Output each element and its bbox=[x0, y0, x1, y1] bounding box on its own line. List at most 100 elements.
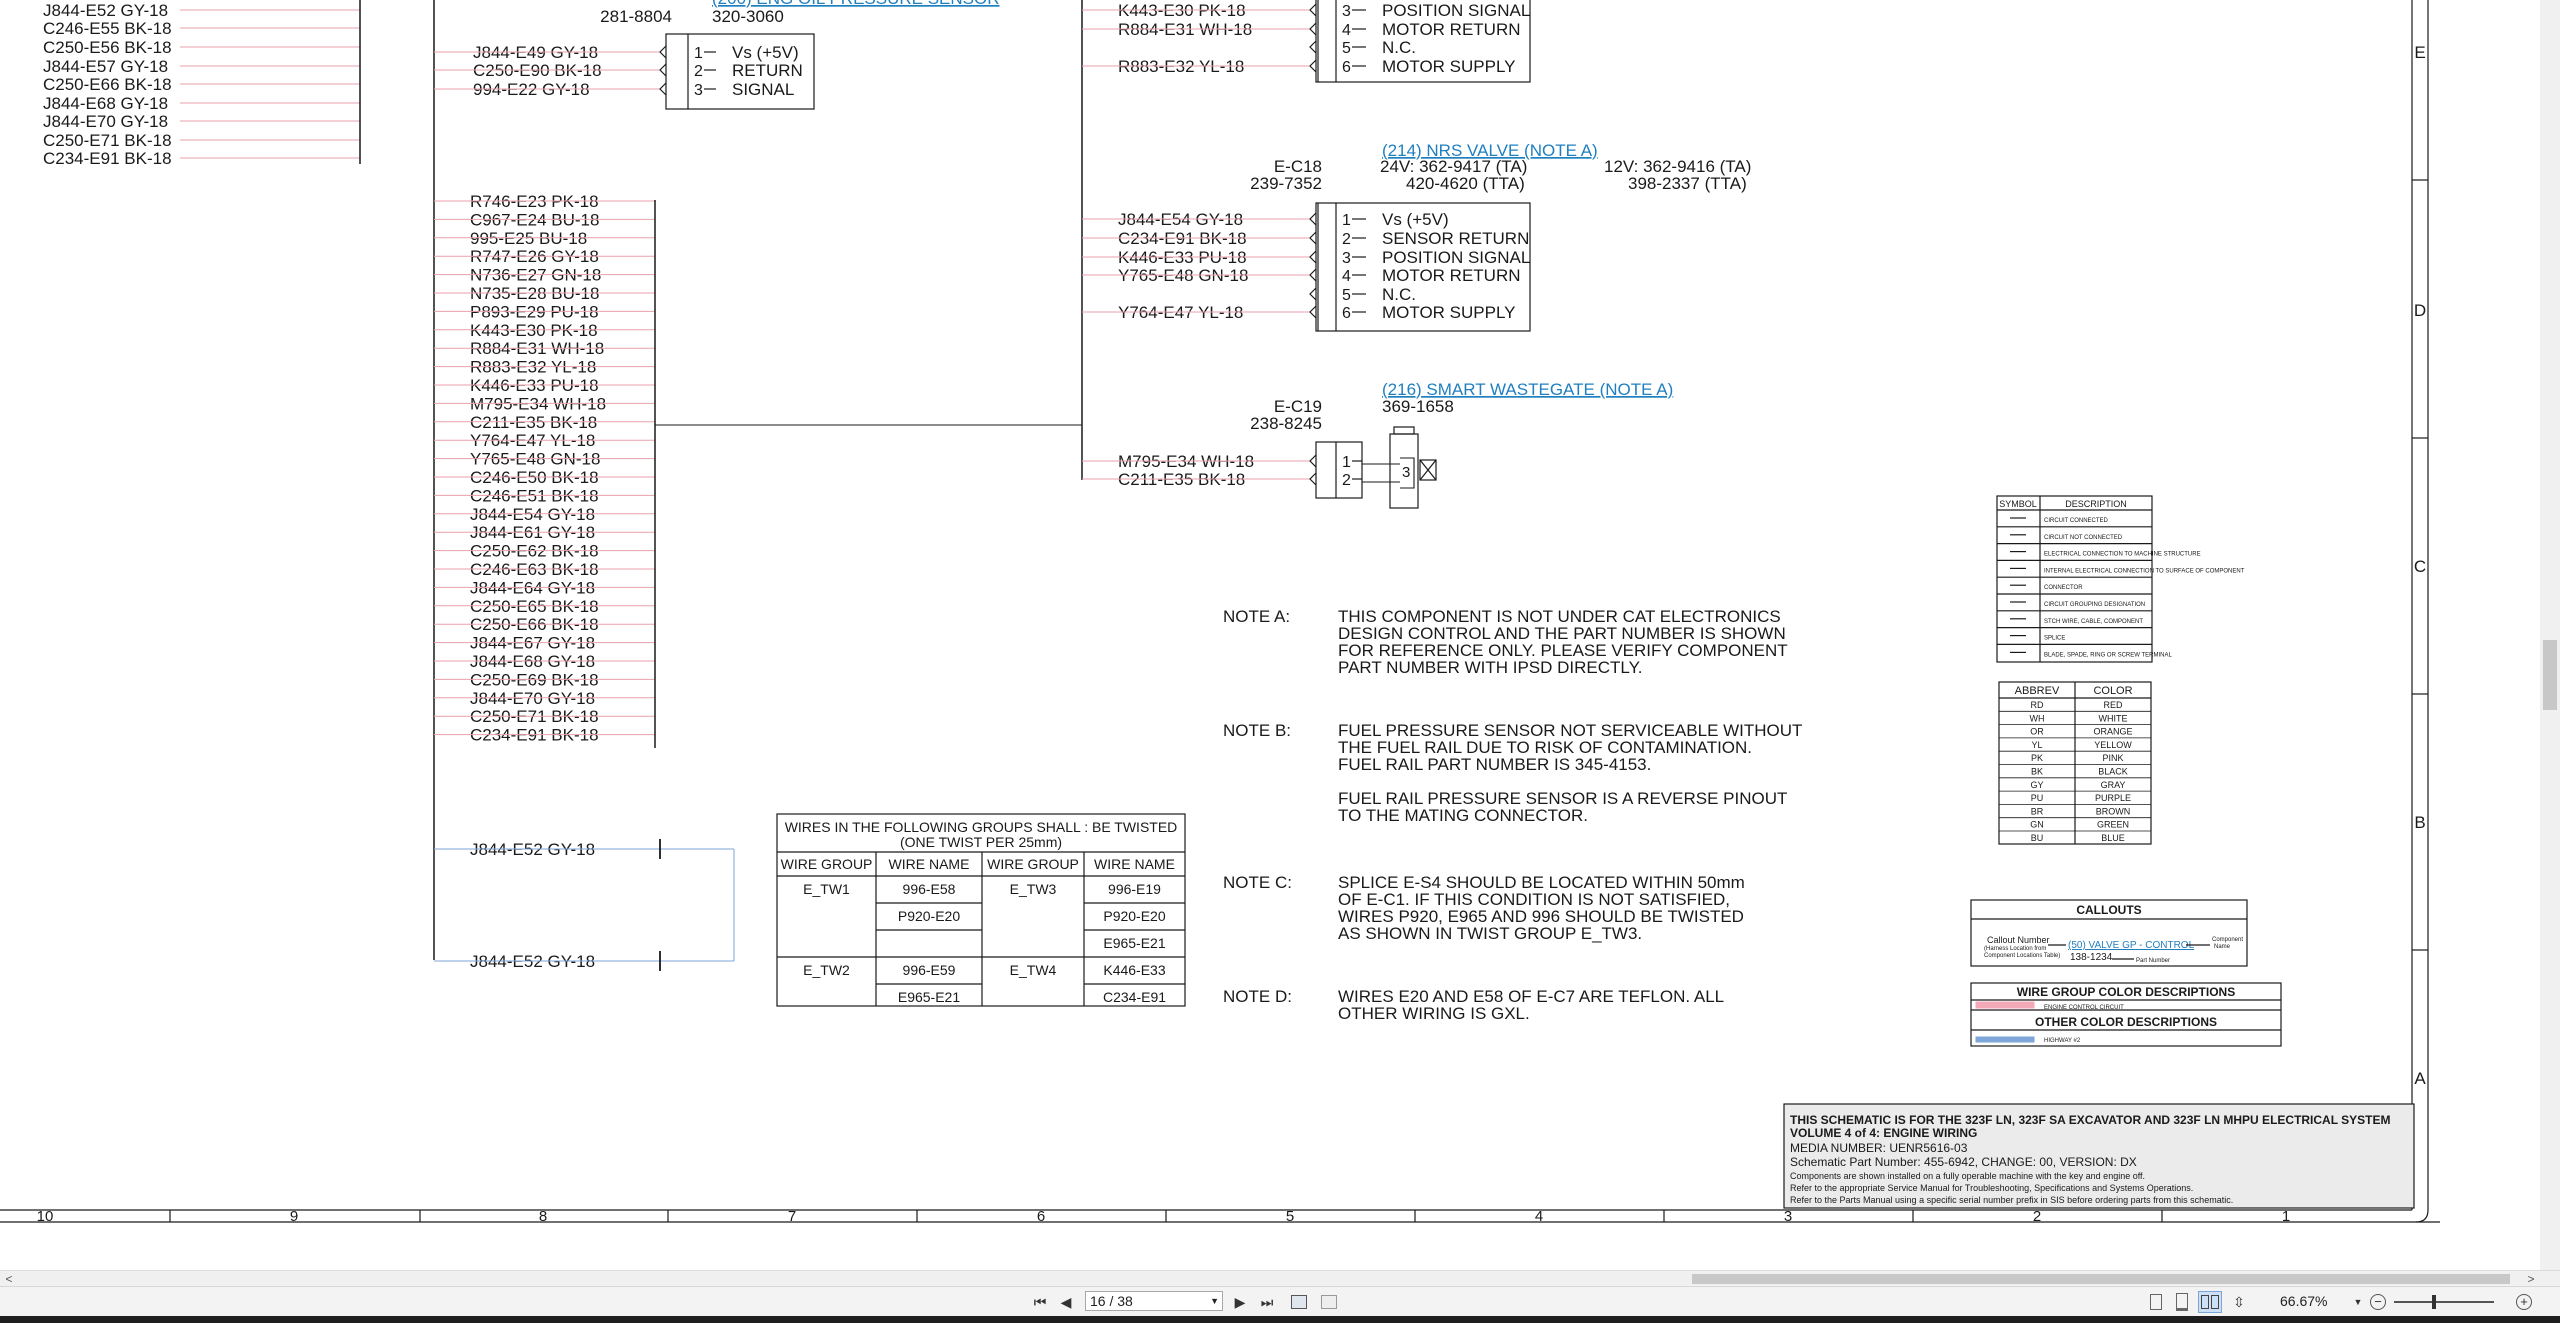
frame-corner bbox=[2415, 1209, 2429, 1223]
top-valve-pin-chevron bbox=[1309, 3, 1317, 17]
twist-table-cell: E965-E21 bbox=[1103, 935, 1165, 951]
previous-view-icon bbox=[1291, 1295, 1307, 1309]
two-page-view-button[interactable] bbox=[2198, 1291, 2222, 1313]
scroll-right-button[interactable]: > bbox=[2522, 1271, 2540, 1287]
color-table-color: BROWN bbox=[2096, 806, 2131, 816]
symbol-table-description: CIRCUIT GROUPING DESIGNATION bbox=[2044, 602, 2145, 608]
next-page-icon: ▶ bbox=[1234, 1293, 1246, 1310]
zoom-in-button[interactable]: + bbox=[2514, 1291, 2534, 1313]
zoom-dropdown-button[interactable]: ▼ bbox=[2352, 1291, 2364, 1313]
color-table-color: GREEN bbox=[2097, 820, 2129, 830]
symbol-table-description: SPLICE bbox=[2044, 636, 2065, 642]
title-block-line1: THIS SCHEMATIC IS FOR THE 323F LN, 323F … bbox=[1790, 1113, 2391, 1127]
schematic-drawing: EDCBA10 9 8 7 6 5 4 3 2 1J844-E52 GY-18C246-E55 B… bbox=[0, 0, 2440, 1225]
left-wire-label: C234-E91 BK-18 bbox=[43, 149, 172, 168]
wire-colors-engine-swatch bbox=[1975, 1001, 2035, 1009]
twist-table-cell: 996-E19 bbox=[1108, 881, 1161, 897]
twist-table-cell: K446-E33 bbox=[1103, 962, 1165, 978]
top-valve-pin-chevron bbox=[1309, 59, 1317, 73]
previous-page-button[interactable]: ◀ bbox=[1056, 1291, 1076, 1313]
twist-table-header: WIRE NAME bbox=[1094, 856, 1175, 872]
twist-table-header: WIRE GROUP bbox=[781, 856, 873, 872]
wastegate-solenoid-pin: 3 bbox=[1402, 464, 1410, 481]
top-valve-pin-label: MOTOR RETURN bbox=[1382, 20, 1521, 39]
twist-table-subtitle: (ONE TWIST PER 25mm) bbox=[900, 834, 1062, 850]
first-page-button[interactable]: ⏮ bbox=[1030, 1291, 1050, 1313]
title-block-line7: Refer to the Parts Manual using a specif… bbox=[1790, 1195, 2233, 1205]
grid-col-label: 2 bbox=[2033, 1208, 2041, 1225]
continuous-view-button[interactable] bbox=[2172, 1291, 2192, 1313]
title-block-line3: MEDIA NUMBER: UENR5616-03 bbox=[1790, 1141, 1968, 1155]
previous-view-button[interactable] bbox=[1288, 1291, 1310, 1313]
grid-row-label: E bbox=[2414, 43, 2425, 62]
zoom-out-icon: − bbox=[2370, 1294, 2386, 1310]
callouts-example-pn: 138-1234 bbox=[2070, 952, 2113, 963]
horizontal-scrollbar[interactable]: < > bbox=[0, 1270, 2560, 1287]
two-page-icon-right bbox=[2211, 1295, 2219, 1309]
color-table-header: COLOR bbox=[2093, 685, 2132, 697]
left-wire-label: J844-E52 GY-18 bbox=[43, 1, 168, 20]
note-text: PART NUMBER WITH IPSD DIRECTLY. bbox=[1338, 658, 1642, 677]
two-page-icon bbox=[2201, 1295, 2209, 1309]
top-valve-pin: 2 bbox=[1342, 0, 1351, 2]
callouts-example-link[interactable]: (50) VALVE GP - CONTROL bbox=[2068, 940, 2195, 951]
horizontal-scroll-thumb[interactable] bbox=[1692, 1274, 2510, 1284]
twist-table-header: WIRE NAME bbox=[889, 856, 970, 872]
scroll-up-button[interactable] bbox=[2543, 0, 2557, 14]
color-table-abbrev: RD bbox=[2031, 700, 2044, 710]
last-page-button[interactable]: ⏭ bbox=[1256, 1291, 1278, 1313]
scroll-left-button[interactable]: < bbox=[0, 1271, 18, 1287]
oil-sensor-pin-chevron bbox=[659, 82, 667, 96]
zoom-in-icon: + bbox=[2516, 1294, 2532, 1310]
scroll-view-button[interactable]: ⇳ bbox=[2228, 1291, 2250, 1313]
top-valve-pin: 4 bbox=[1342, 22, 1351, 39]
color-table-color: GRAY bbox=[2101, 780, 2126, 790]
symbol-table-header: DESCRIPTION bbox=[2065, 499, 2127, 509]
nrs-valve-pin-chevron bbox=[1309, 212, 1317, 226]
callouts-component-label: Component bbox=[2212, 937, 2243, 943]
zoom-out-button[interactable]: − bbox=[2368, 1291, 2388, 1313]
next-view-icon bbox=[1321, 1295, 1337, 1309]
zoom-slider-thumb[interactable] bbox=[2432, 1295, 2436, 1309]
previous-page-icon: ◀ bbox=[1060, 1293, 1072, 1310]
color-table-color: BLACK bbox=[2098, 767, 2128, 777]
title-block-line6: Refer to the appropriate Service Manual … bbox=[1790, 1183, 2193, 1193]
vertical-scrollbar[interactable] bbox=[2540, 0, 2560, 1270]
grid-col-label: 4 bbox=[1535, 1208, 1543, 1225]
nrs-valve-pin: 2 bbox=[1342, 231, 1351, 248]
left-wire-label: J844-E57 GY-18 bbox=[43, 57, 168, 76]
navigation-toolbar: ⏮ ◀ 16 / 38 ▼ ▶ ⏭ ⇳ 66.67% ▼ − + bbox=[0, 1286, 2560, 1317]
grid-col-label: 1 bbox=[2282, 1208, 2290, 1225]
nrs-valve-pin-label: MOTOR SUPPLY bbox=[1382, 303, 1516, 322]
oil-sensor-part-number: 320-3060 bbox=[712, 7, 784, 26]
wire-colors-other-label: HIGHWAY #2 bbox=[2044, 1038, 2081, 1044]
oil-sensor-pin-chevron bbox=[659, 45, 667, 59]
single-page-view-button[interactable] bbox=[2146, 1291, 2166, 1313]
twist-table-cell: E_TW1 bbox=[803, 881, 850, 897]
twist-table-cell: E_TW3 bbox=[1010, 881, 1057, 897]
left-wire-label: J844-E70 GY-18 bbox=[43, 112, 168, 131]
top-valve-pin-chevron bbox=[1309, 40, 1317, 54]
grid-row-label: C bbox=[2414, 557, 2426, 576]
next-view-button[interactable] bbox=[1318, 1291, 1340, 1313]
zoom-slider[interactable] bbox=[2394, 1295, 2494, 1309]
twist-table-cell: C234-E91 bbox=[1103, 989, 1166, 1005]
title-block-line4: Schematic Part Number: 455-6942, CHANGE:… bbox=[1790, 1155, 2137, 1169]
page-number-field[interactable]: 16 / 38 ▼ bbox=[1085, 1291, 1223, 1311]
twist-table-cell: 996-E59 bbox=[903, 962, 956, 978]
nrs-valve-pin-label: MOTOR RETURN bbox=[1382, 266, 1521, 285]
zoom-dropdown-icon: ▼ bbox=[2353, 1297, 2363, 1307]
vertical-scroll-thumb[interactable] bbox=[2543, 640, 2557, 710]
zoom-level[interactable]: 66.67% bbox=[2280, 1291, 2362, 1311]
top-valve-pin-label: N.C. bbox=[1382, 38, 1416, 57]
oil-sensor-pin: 3 bbox=[694, 82, 703, 99]
page-dropdown-icon[interactable]: ▼ bbox=[1210, 1296, 1219, 1306]
color-table-abbrev: BR bbox=[2031, 806, 2044, 816]
callouts-title: CALLOUTS bbox=[2076, 903, 2141, 917]
twist-table-cell: P920-E20 bbox=[898, 908, 960, 924]
wire-colors-engine-label: ENGINE CONTROL CIRCUIT bbox=[2044, 1005, 2124, 1011]
nrs-valve-pin: 6 bbox=[1342, 305, 1351, 322]
twist-table-cell: P920-E20 bbox=[1103, 908, 1165, 924]
nrs-valve-pin: 4 bbox=[1342, 268, 1351, 285]
next-page-button[interactable]: ▶ bbox=[1230, 1291, 1250, 1313]
